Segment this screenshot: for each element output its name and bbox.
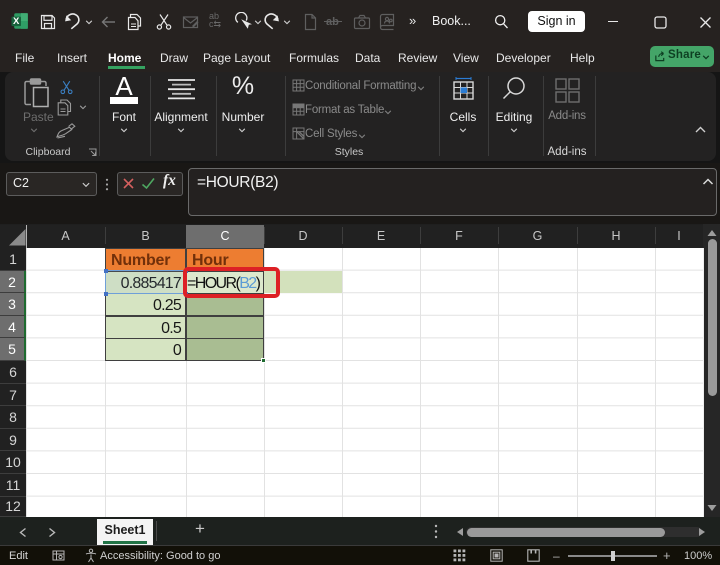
svg-text:X: X <box>13 16 20 27</box>
